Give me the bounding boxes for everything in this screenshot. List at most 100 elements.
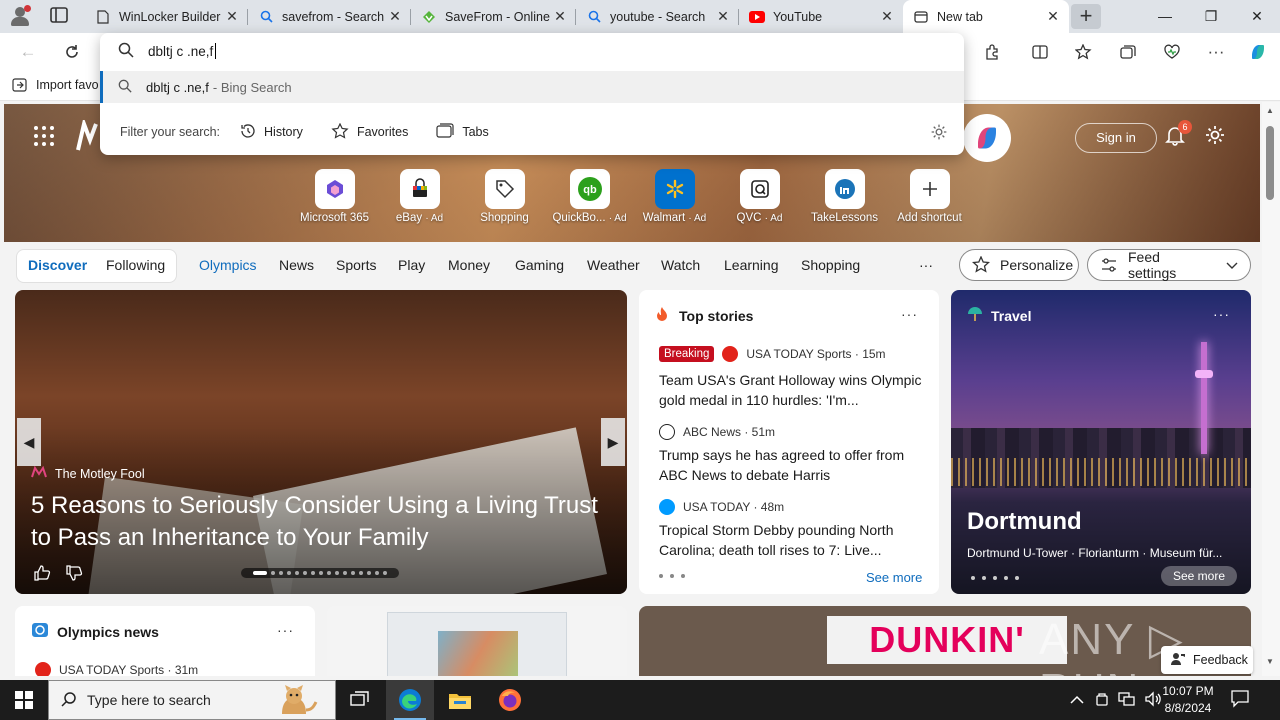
story-item[interactable]: ABC News · 51m Trump says he has agreed … bbox=[659, 422, 927, 485]
tab-savefrom-online[interactable]: SaveFrom - Online ✕ bbox=[411, 0, 576, 33]
tab-play[interactable]: Play bbox=[398, 257, 425, 273]
new-tab-button[interactable]: + bbox=[1071, 4, 1101, 29]
copilot-button[interactable] bbox=[963, 114, 1011, 162]
travel-card[interactable]: Travel ··· Dortmund Dortmund U-Tower · F… bbox=[951, 290, 1251, 594]
carousel-pager[interactable] bbox=[241, 568, 399, 578]
thumbs-up-icon[interactable] bbox=[33, 564, 51, 587]
tab-sports[interactable]: Sports bbox=[336, 257, 376, 273]
top-stories-pager[interactable] bbox=[659, 574, 685, 578]
shortcut-quickbooks[interactable]: qb QuickBo... · Ad bbox=[547, 169, 632, 231]
collections-icon[interactable] bbox=[1114, 39, 1142, 65]
personalize-button[interactable]: Personalize bbox=[959, 249, 1079, 281]
favorites-icon[interactable] bbox=[1070, 39, 1098, 65]
dunkin-article-card[interactable]: DUNKIN' ANY ▷ RUN bbox=[639, 606, 1251, 676]
thumbs-down-icon[interactable] bbox=[65, 564, 83, 587]
see-more-link[interactable]: See more bbox=[866, 570, 922, 585]
close-icon[interactable]: ✕ bbox=[715, 8, 731, 25]
scroll-up-arrow-icon[interactable]: ▲ bbox=[1266, 106, 1274, 115]
story-item[interactable]: USA TODAY · 48m Tropical Storm Debby pou… bbox=[659, 497, 927, 560]
network-icon[interactable] bbox=[1118, 691, 1136, 710]
edge-taskbar-icon[interactable] bbox=[386, 680, 434, 720]
search-settings-gear-icon[interactable] bbox=[930, 123, 948, 144]
featured-article-card[interactable]: ◀ ▶ The Motley Fool 5 Reasons to Serious… bbox=[15, 290, 627, 594]
file-explorer-icon[interactable] bbox=[436, 680, 484, 720]
app-launcher-icon[interactable] bbox=[34, 126, 56, 148]
tab-watch[interactable]: Watch bbox=[661, 257, 700, 273]
travel-pager[interactable] bbox=[971, 576, 1019, 580]
tab-following[interactable]: Following bbox=[106, 257, 165, 273]
tab-shopping[interactable]: Shopping bbox=[801, 257, 860, 273]
sign-in-button[interactable]: Sign in bbox=[1075, 123, 1157, 153]
shortcut-shopping[interactable]: Shopping bbox=[462, 169, 547, 231]
shortcut-ebay[interactable]: eBay · Ad bbox=[377, 169, 462, 231]
back-icon[interactable]: ← bbox=[14, 39, 42, 65]
feedback-button[interactable]: Feedback bbox=[1161, 646, 1253, 674]
tab-learning[interactable]: Learning bbox=[724, 257, 779, 273]
copilot-icon[interactable] bbox=[1244, 39, 1272, 65]
shortcut-takelessons[interactable]: TakeLessons bbox=[802, 169, 887, 231]
tab-weather[interactable]: Weather bbox=[587, 257, 640, 273]
maximize-button[interactable]: ❐ bbox=[1188, 0, 1234, 33]
close-icon[interactable]: ✕ bbox=[387, 8, 403, 25]
close-icon[interactable]: ✕ bbox=[879, 8, 895, 25]
travel-see-more-button[interactable]: See more bbox=[1161, 566, 1238, 586]
windows-start-icon[interactable] bbox=[0, 680, 48, 720]
firefox-icon[interactable] bbox=[486, 680, 534, 720]
scrollbar-thumb[interactable] bbox=[1266, 126, 1274, 200]
feed-settings-button[interactable]: Feed settings bbox=[1087, 249, 1251, 281]
address-bar-input[interactable]: dbltj c .ne,f bbox=[100, 33, 964, 69]
top-stories-more-button[interactable]: ··· bbox=[901, 306, 918, 322]
tab-actions-icon[interactable] bbox=[48, 5, 72, 27]
tab-money[interactable]: Money bbox=[448, 257, 490, 273]
filter-tabs[interactable]: Tabs bbox=[436, 122, 489, 142]
article-title[interactable]: 5 Reasons to Seriously Consider Using a … bbox=[31, 490, 611, 554]
nav-more-button[interactable]: ··· bbox=[919, 257, 933, 273]
tab-gaming[interactable]: Gaming bbox=[515, 257, 564, 273]
scroll-down-arrow-icon[interactable]: ▼ bbox=[1266, 657, 1274, 666]
olympics-news-more-button[interactable]: ··· bbox=[277, 622, 294, 638]
story-item[interactable]: USA TODAY Sports · 31m bbox=[35, 660, 303, 676]
tab-savefrom-search[interactable]: savefrom - Search ✕ bbox=[248, 0, 411, 33]
tab-discover[interactable]: Discover bbox=[28, 257, 87, 273]
profile-avatar-icon[interactable] bbox=[8, 4, 34, 28]
import-favorites-item[interactable]: Import favo bbox=[12, 78, 99, 92]
shortcut-walmart[interactable]: Walmart · Ad bbox=[632, 169, 717, 231]
tab-winlocker[interactable]: WinLocker Builder ✕ bbox=[85, 0, 248, 33]
close-icon[interactable]: ✕ bbox=[552, 8, 568, 25]
minimize-button[interactable]: — bbox=[1142, 0, 1188, 33]
next-arrow-icon[interactable]: ▶ bbox=[601, 418, 625, 466]
search-suggestion[interactable]: dbltj c .ne,f - Bing Search bbox=[100, 71, 964, 103]
filter-favorites[interactable]: Favorites bbox=[331, 122, 408, 142]
action-center-icon[interactable] bbox=[1230, 688, 1260, 712]
tab-new-tab[interactable]: New tab ✕ bbox=[903, 0, 1069, 33]
previous-arrow-icon[interactable]: ◀ bbox=[17, 418, 41, 466]
tab-olympics[interactable]: Olympics bbox=[199, 257, 257, 273]
defender-icon[interactable] bbox=[1094, 691, 1110, 710]
extensions-icon[interactable] bbox=[978, 39, 1006, 65]
close-icon[interactable]: ✕ bbox=[224, 8, 240, 25]
shortcut-qvc[interactable]: QVC · Ad bbox=[717, 169, 802, 231]
photo-article-card[interactable] bbox=[327, 606, 627, 676]
add-shortcut-button[interactable]: Add shortcut bbox=[887, 169, 972, 231]
performance-icon[interactable] bbox=[1158, 39, 1186, 65]
refresh-icon[interactable] bbox=[58, 39, 86, 65]
page-settings-gear-icon[interactable] bbox=[1204, 124, 1230, 150]
filter-history[interactable]: History bbox=[240, 123, 303, 142]
split-screen-icon[interactable] bbox=[1026, 39, 1054, 65]
search-highlight-cat-icon[interactable] bbox=[272, 684, 320, 716]
task-view-icon[interactable] bbox=[336, 680, 384, 720]
shortcut-label: TakeLessons bbox=[810, 212, 879, 224]
travel-more-button[interactable]: ··· bbox=[1213, 306, 1230, 322]
story-item[interactable]: Breaking USA TODAY Sports · 15m Team USA… bbox=[659, 344, 927, 410]
tab-youtube-search[interactable]: youtube - Search ✕ bbox=[576, 0, 739, 33]
tab-youtube[interactable]: YouTube ✕ bbox=[739, 0, 903, 33]
shortcut-microsoft-365[interactable]: Microsoft 365 bbox=[292, 169, 377, 231]
taskbar-clock[interactable]: 10:07 PM 8/8/2024 bbox=[1158, 683, 1218, 717]
notifications-bell-icon[interactable]: 6 bbox=[1164, 120, 1192, 150]
more-menu-icon[interactable]: ··· bbox=[1202, 39, 1230, 65]
close-icon[interactable]: ✕ bbox=[1045, 8, 1061, 25]
close-window-button[interactable]: ✕ bbox=[1234, 0, 1280, 33]
tab-news[interactable]: News bbox=[279, 257, 314, 273]
page-scrollbar[interactable]: ▲ ▼ bbox=[1262, 102, 1280, 676]
chevron-up-icon[interactable] bbox=[1070, 693, 1084, 708]
